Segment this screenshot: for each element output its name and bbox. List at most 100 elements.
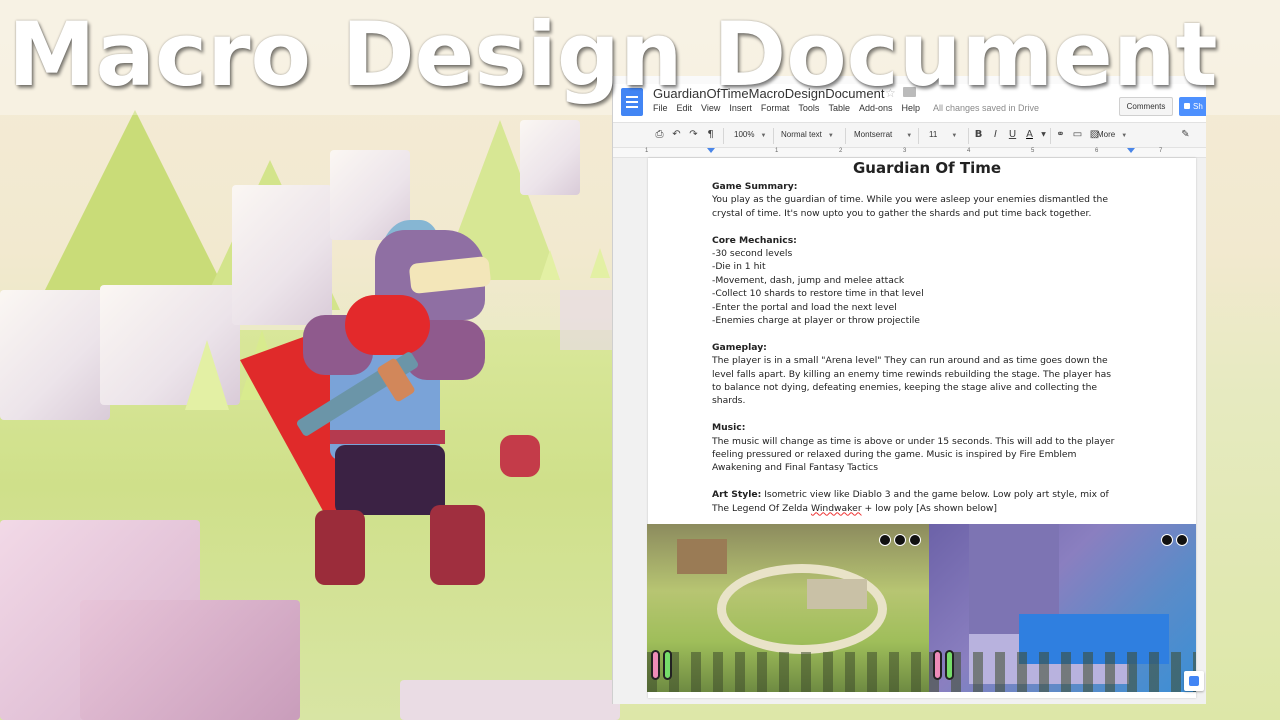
hud-dot-icon (1161, 534, 1173, 546)
edit-mode-pencil-icon[interactable]: ✎ (1179, 128, 1192, 142)
list-item: -Enter the portal and load the next leve… (712, 301, 897, 313)
paragraph-text: + low poly [As shown below] (861, 502, 997, 514)
font-value: Montserrat (854, 130, 893, 139)
paragraph-line: Awakening and Final Fantasy Tactics (712, 462, 878, 474)
font-size-value: 11 (929, 130, 938, 139)
comment-icon[interactable]: ▭ (1071, 128, 1084, 142)
video-title: Macro Design Document (8, 3, 1218, 106)
ruler-number: 4 (967, 148, 971, 154)
paragraph-line: Art Style: Isometric view like Diablo 3 … (712, 488, 1142, 501)
section-heading: Core Mechanics: (712, 234, 797, 246)
zoom-value: 100% (734, 130, 755, 139)
document-body[interactable]: Guardian Of Time Game Summary: You play … (712, 158, 1142, 528)
redo-icon[interactable]: ↷ (687, 128, 700, 142)
underline-icon[interactable]: U (1006, 128, 1019, 142)
style-value: Normal text (781, 130, 822, 139)
hud-bar-icon (651, 650, 660, 680)
level-path (717, 564, 887, 654)
paragraph-line: to balance not dying, defeating enemies,… (712, 382, 1098, 394)
paint-format-icon[interactable]: ¶ (704, 128, 717, 142)
hud-dot-icon (894, 534, 906, 546)
chevron-down-icon: ▼ (760, 133, 767, 139)
docs-toolbar: ⎙ ↶ ↷ ¶ 100% ▼ Normal text ▼ Montserrat ▼ 1… (613, 122, 1206, 148)
character-scarf (345, 295, 430, 355)
paragraph-line: You play as the guardian of time. While … (712, 194, 1109, 206)
stone-block (520, 120, 580, 195)
level-trees (929, 652, 1196, 692)
paragraph-line: level falls apart. By killing an enemy t… (712, 368, 1112, 380)
character-belt (330, 430, 445, 444)
stone-step (80, 600, 300, 720)
chevron-down-icon: ▼ (951, 133, 958, 139)
paragraph-line: shards. (712, 395, 746, 407)
list-item: -Collect 10 shards to restore time in th… (712, 288, 924, 300)
ruler-number: 1 (645, 148, 649, 154)
guardian-character (235, 220, 555, 600)
level-ruins (807, 579, 867, 609)
paragraph-line: feeling pressured or relaxed during the … (712, 449, 1077, 461)
font-size-select[interactable]: 11 ▼ (929, 128, 957, 142)
music-section: Music: The music will change as time is … (712, 421, 1142, 475)
hud-dot-icon (1176, 534, 1188, 546)
level-trees (647, 652, 929, 692)
stone-path (560, 290, 620, 350)
list-item: -Die in 1 hit (712, 261, 766, 273)
font-select[interactable]: Montserrat ▼ (854, 128, 912, 142)
ruler-number: 3 (903, 148, 907, 154)
print-icon[interactable]: ⎙ (653, 128, 666, 142)
more-label: More (1097, 130, 1116, 139)
hud-ability-dots (879, 534, 921, 546)
toolbar-divider (968, 128, 969, 144)
ruler-number: 6 (1095, 148, 1099, 154)
gameplay-section: Gameplay: The player is in a small "Aren… (712, 341, 1142, 408)
toolbar-divider (845, 128, 846, 144)
reference-screenshot-isometric-grass[interactable] (647, 524, 929, 692)
toolbar-divider (918, 128, 919, 144)
left-indent-marker[interactable] (707, 148, 715, 153)
toolbar-divider (773, 128, 774, 144)
chevron-down-icon: ▼ (827, 133, 834, 139)
misspelled-word[interactable]: Windwaker (811, 503, 862, 514)
crystal-icon (185, 340, 229, 410)
crystal-icon (590, 248, 610, 278)
style-select[interactable]: Normal text ▼ (781, 128, 834, 142)
level-ruins (677, 539, 727, 574)
paragraph-text: Isometric view like Diablo 3 and the gam… (761, 489, 1109, 501)
explore-button-icon[interactable] (1184, 671, 1204, 691)
chevron-down-icon[interactable]: ▼ (1037, 128, 1050, 142)
list-item: -30 second levels (712, 248, 793, 260)
document-title: Guardian Of Time (852, 159, 1002, 177)
list-item: -Movement, dash, jump and melee attack (712, 274, 905, 286)
link-icon[interactable]: ⚭ (1054, 128, 1067, 142)
hud-bar-icon (663, 650, 672, 680)
game-summary-section: Game Summary: You play as the guardian o… (712, 180, 1142, 220)
right-indent-marker[interactable] (1127, 148, 1135, 153)
hud-dot-icon (909, 534, 921, 546)
italic-icon[interactable]: I (989, 128, 1002, 142)
character-boot (430, 505, 485, 585)
more-button[interactable]: More ▼ (1097, 128, 1127, 142)
character-glove (500, 435, 540, 477)
art-style-section: Art Style: Isometric view like Diablo 3 … (712, 488, 1142, 515)
stone-block (0, 290, 110, 420)
text-color-icon[interactable]: A (1023, 128, 1036, 142)
zoom-select[interactable]: 100% ▼ (734, 128, 766, 142)
section-heading: Gameplay: (712, 341, 767, 353)
google-docs-window: GuardianOfTimeMacroDesignDocument ☆ File… (612, 76, 1206, 704)
chevron-down-icon: ▼ (906, 133, 913, 139)
reference-screenshot-isometric-castle[interactable] (929, 524, 1196, 692)
hud-dot-icon (879, 534, 891, 546)
section-heading: Music: (712, 422, 746, 434)
undo-icon[interactable]: ↶ (670, 128, 683, 142)
section-heading: Game Summary: (712, 181, 798, 192)
paragraph-line: The Legend Of Zelda Windwaker + low poly… (712, 502, 1142, 515)
bold-icon[interactable]: B (972, 128, 985, 142)
ruler-number: 7 (1159, 148, 1163, 154)
paragraph-line: crystal of time. It's now upto you to ga… (712, 207, 1092, 219)
toolbar-divider (723, 128, 724, 144)
list-item: -Enemies charge at player or throw proje… (712, 315, 920, 327)
toolbar-divider (1050, 128, 1051, 144)
ruler-number: 1 (775, 148, 779, 154)
character-pants (335, 445, 445, 515)
art-reference-images[interactable] (647, 524, 1196, 692)
